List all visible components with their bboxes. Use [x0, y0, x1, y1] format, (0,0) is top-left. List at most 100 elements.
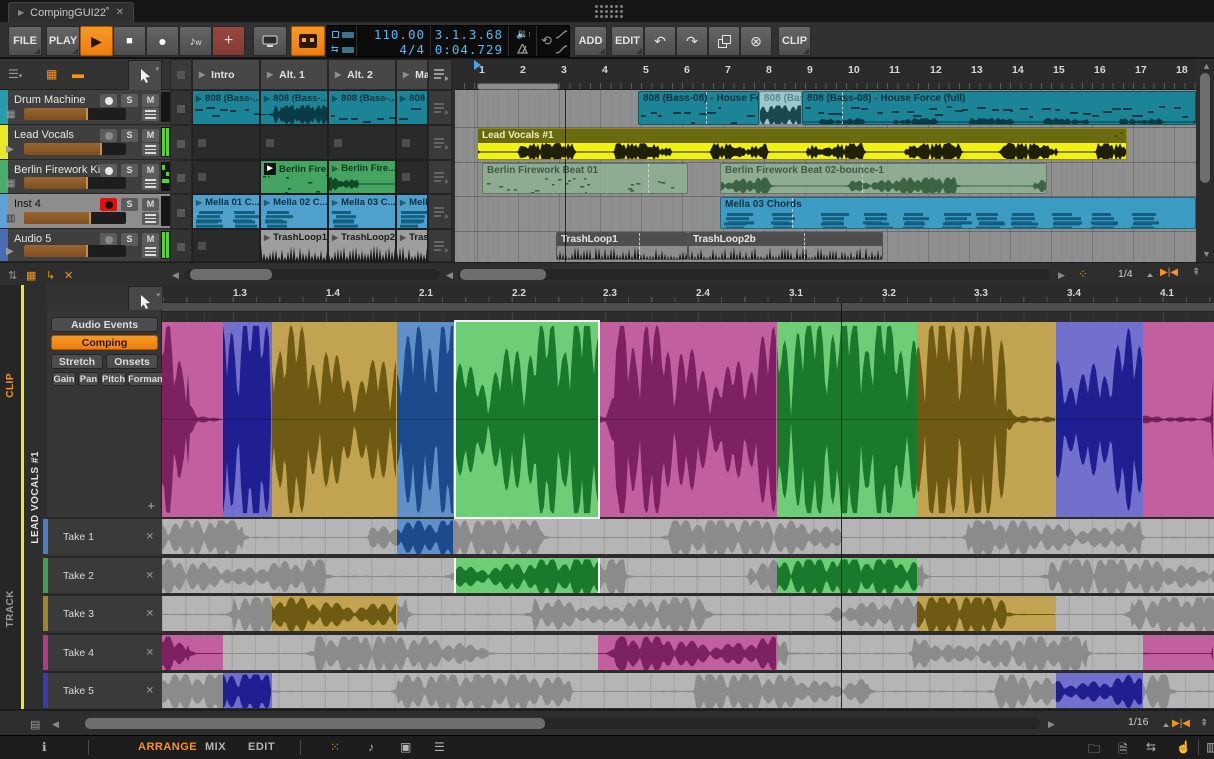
clip-slot-berlin-fire-[interactable]: ▶Berlin Fire...	[260, 160, 328, 194]
track-name[interactable]: Lead Vocals	[14, 129, 74, 141]
comp-segment-9-take-5[interactable]	[1056, 322, 1143, 517]
arranger-clip-808-bass-08-house-force-full-[interactable]: 808 (Bass-08) - House Force (full)	[802, 91, 1196, 125]
take-header-1[interactable]: Take 1✕	[47, 517, 162, 554]
delete-button[interactable]: ⊗	[740, 26, 772, 56]
clip-slot-trashloop2b[interactable]: ▶TrashLoop2b	[328, 229, 396, 262]
take-delete-icon[interactable]: ✕	[146, 608, 154, 619]
clip-stop-cell[interactable]	[170, 90, 192, 125]
arranger-clip-berlin-firework-beat-02-bounce[interactable]: Berlin Firework Beat 02-bounce-1	[720, 163, 1047, 194]
clip-stop-cell[interactable]	[170, 125, 192, 160]
empty-clip-slot[interactable]	[396, 125, 428, 160]
launcher-hscroll-track[interactable]	[184, 269, 440, 280]
stop-all-track-icon[interactable]	[434, 172, 448, 184]
overdub-button[interactable]: ♪w	[179, 26, 212, 56]
stop-scene-icon[interactable]	[177, 71, 185, 79]
empty-clip-slot[interactable]	[192, 229, 260, 262]
comp-segment-8-take-3[interactable]	[917, 322, 1056, 517]
show-arranger-icon[interactable]: ▬	[72, 67, 84, 81]
scene-header-intro[interactable]: ▶Intro	[192, 59, 260, 90]
solo-button[interactable]: S	[121, 198, 138, 211]
comping-button[interactable]: Comping	[51, 335, 158, 350]
scroll-up-icon[interactable]: ▲	[1202, 61, 1211, 71]
clip-play-icon[interactable]: ▶	[332, 94, 338, 103]
clip-play-icon[interactable]: ▶	[264, 198, 270, 207]
stopall-cell[interactable]	[428, 229, 452, 262]
arranger-clip-808-bas[interactable]: 808 (Bas	[759, 91, 802, 125]
editor-scroll-left-icon[interactable]: ◀	[52, 719, 59, 730]
audio-events-button[interactable]: Audio Events	[51, 317, 158, 332]
comp-segment-5-take-2[interactable]	[456, 322, 598, 517]
clip-slot-808-bass-[interactable]: ▶808 (Bass-...	[192, 90, 260, 125]
clip-slot-berlin-fire-[interactable]: ▶Berlin Fire...	[328, 160, 396, 194]
add-record-source-button[interactable]: +	[212, 26, 245, 56]
clip-play-icon[interactable]: ▶	[196, 198, 202, 207]
tab-clip[interactable]: CLIP	[5, 373, 16, 398]
arranger-tool-selector[interactable]: ▾	[128, 60, 162, 91]
launcher-hscroll-thumb[interactable]	[190, 269, 272, 280]
scene-play-icon[interactable]: ▶	[403, 70, 409, 79]
clip-slot-mella-03-c-[interactable]: ▶Mella 03 C...	[328, 194, 396, 229]
arranger-scroll-right-icon[interactable]: ▶	[1058, 270, 1065, 281]
clip-stop-cell[interactable]	[170, 194, 192, 229]
scene-header-alt2[interactable]: ▶Alt. 2	[328, 59, 396, 90]
arranger-scroll-left-icon[interactable]: ◀	[446, 270, 453, 281]
editor-snap-caret-icon[interactable]	[1163, 723, 1169, 727]
take-4-highlight-1[interactable]	[162, 635, 223, 670]
track-name[interactable]: Drum Machine	[14, 94, 86, 106]
empty-clip-slot[interactable]	[396, 160, 428, 194]
clip-fold-icon[interactable]: ⌄⌃	[1113, 131, 1123, 140]
swap-tracks-icon[interactable]: ⇅	[8, 269, 17, 282]
tempo-section[interactable]: 110.00 4/4	[357, 26, 431, 56]
solo-button[interactable]: S	[121, 164, 138, 177]
clip-slot-808-b[interactable]: ▶808 (B	[396, 90, 428, 125]
playhead-position-value[interactable]: 3.1.3.68	[431, 27, 508, 42]
stop-clip-icon[interactable]	[177, 174, 185, 182]
take-4-highlight-2[interactable]	[598, 635, 777, 670]
formant-button[interactable]: Formant	[128, 372, 166, 386]
editor-hscroll-track[interactable]	[85, 718, 1040, 729]
scene-header-alt1[interactable]: ▶Alt. 1	[260, 59, 328, 90]
track-header-lead-vocals[interactable]: Lead VocalsSM▶	[0, 125, 170, 160]
volume-fader[interactable]	[24, 108, 126, 120]
project-tab[interactable]: ▶ CompingGUI22˚ ✕	[8, 2, 134, 22]
arranger-snap-mode-icon[interactable]: ▶|◀	[1160, 267, 1178, 278]
scene-play-icon[interactable]: ▶	[267, 70, 273, 79]
clip-play-icon[interactable]: ▶	[400, 198, 406, 207]
tab-track[interactable]: TRACK	[5, 590, 16, 628]
clip-slot-mella[interactable]: ▶Mella	[396, 194, 428, 229]
file-menu-button[interactable]: FILE	[8, 26, 42, 56]
io-arrows-icon[interactable]: ⇆	[1146, 740, 1156, 754]
arm-button[interactable]	[100, 164, 117, 177]
stop-all-track-icon[interactable]	[434, 103, 448, 115]
stop-clip-icon[interactable]	[177, 105, 185, 113]
take-2-highlight-1[interactable]	[456, 558, 598, 593]
arranger-vscroll-thumb[interactable]	[1200, 73, 1210, 183]
automation-curve-icon[interactable]	[556, 30, 567, 39]
count-in-icon[interactable]: 🔉!	[516, 29, 530, 40]
stop-clip-icon[interactable]	[177, 243, 185, 251]
take-header-3[interactable]: Take 3✕	[47, 594, 162, 631]
comp-segment-3-take-3[interactable]	[272, 322, 397, 517]
arranger-clip-berlin-firework-beat-01[interactable]: Berlin Firework Beat 01	[482, 163, 688, 194]
gain-button[interactable]: Gain	[52, 372, 76, 386]
project-tab-close-icon[interactable]: ✕	[116, 7, 124, 18]
take-3-highlight-2[interactable]	[917, 596, 1056, 631]
stopall-cell[interactable]	[428, 160, 452, 194]
clip-play-icon[interactable]: ▶	[264, 94, 270, 103]
arranger-hscroll-track[interactable]	[458, 269, 1050, 280]
volume-fader[interactable]	[24, 212, 126, 224]
take-layers-icon[interactable]: ▤	[30, 718, 40, 731]
take-header-2[interactable]: Take 2✕	[47, 556, 162, 593]
empty-clip-slot[interactable]	[328, 125, 396, 160]
clip-slot-808-bass-[interactable]: ▶808 (Bass-...	[328, 90, 396, 125]
file-page-icon[interactable]: 🗎	[1118, 740, 1128, 759]
mixer-columns-icon[interactable]: ☰	[434, 740, 446, 754]
mute-button[interactable]: M	[142, 164, 159, 177]
editor-snap-value[interactable]: 1/16	[1128, 716, 1148, 728]
take-5-highlight-1[interactable]	[223, 673, 272, 708]
comp-segment-6-take-4[interactable]	[598, 322, 777, 517]
show-launcher-icon[interactable]: ▦	[46, 67, 57, 81]
loop-icon[interactable]: ⟲	[541, 33, 552, 49]
play-menu-button[interactable]: PLAY	[46, 26, 80, 56]
clip-playing-icon[interactable]: ▶	[264, 163, 276, 175]
